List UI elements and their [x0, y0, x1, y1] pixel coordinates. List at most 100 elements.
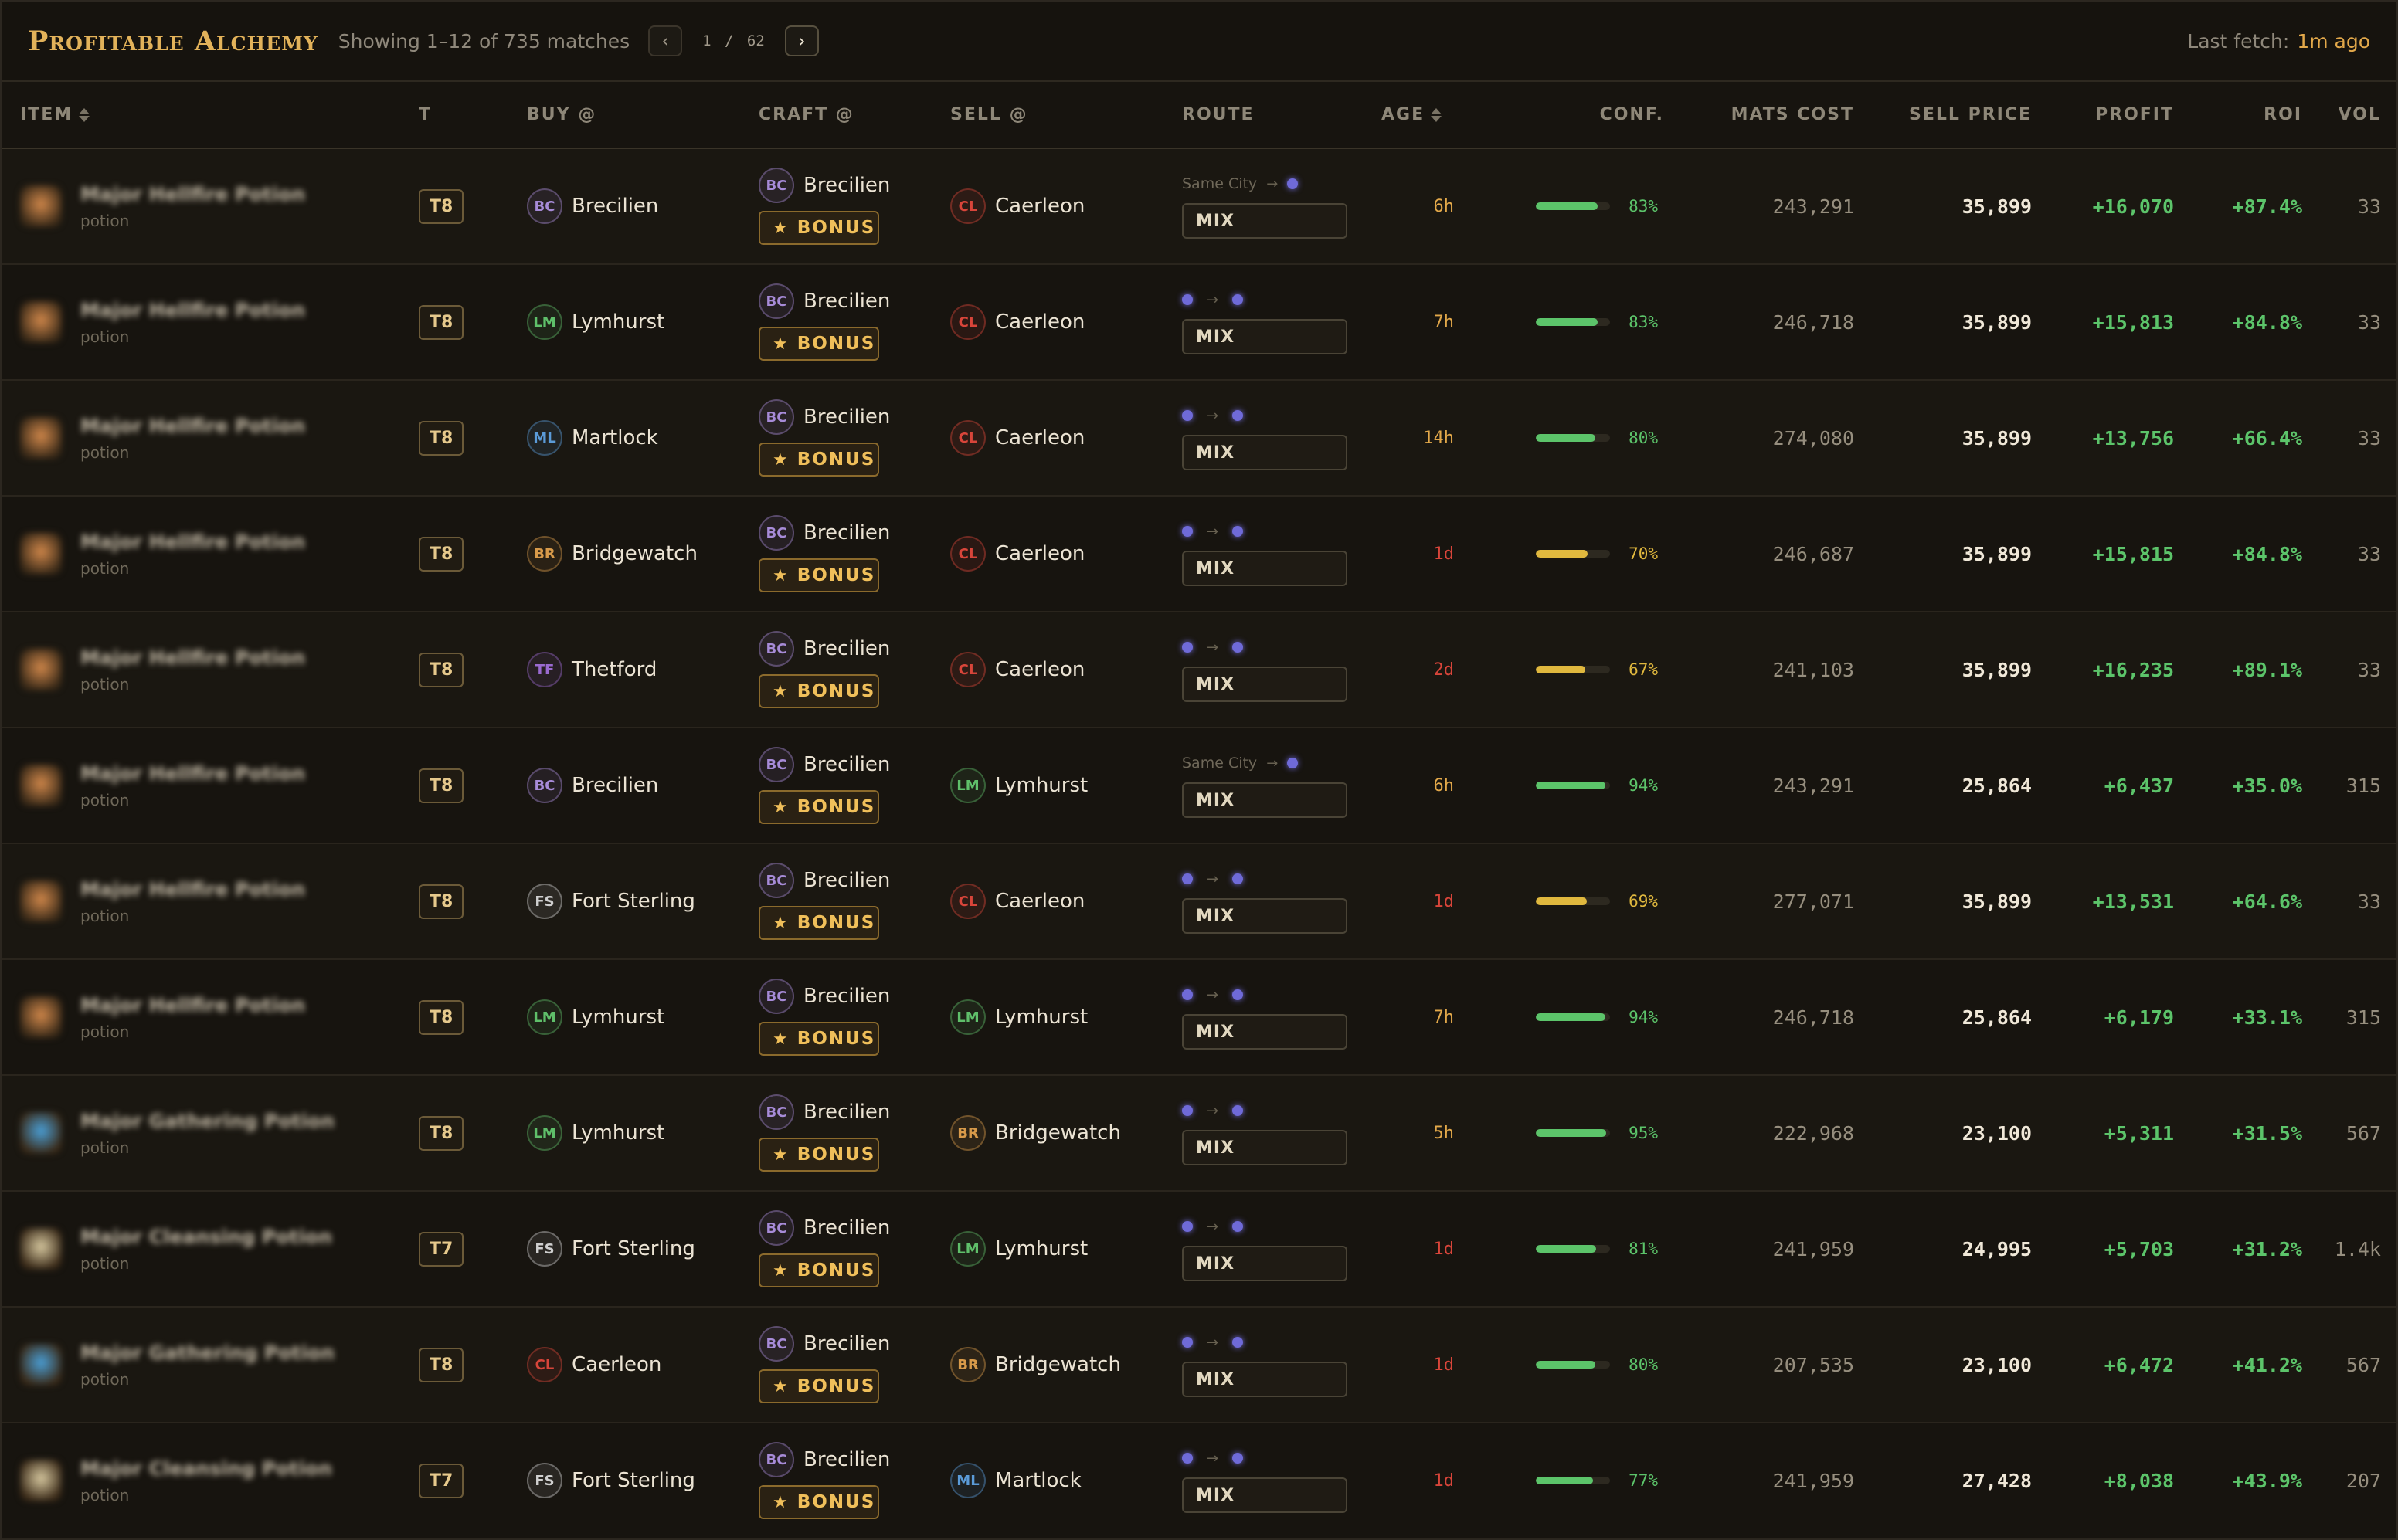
star-icon: ★	[773, 334, 790, 354]
item-cell[interactable]: Major Hellfire Potion potion	[9, 531, 403, 578]
age-value: 1d	[1433, 891, 1455, 911]
confidence-bar	[1536, 1245, 1610, 1253]
sort-icon[interactable]	[79, 108, 90, 122]
craft-cell: BC Brecilien ★ BONUS	[759, 747, 935, 824]
table-row[interactable]: Major Cleansing Potion potion T7 FS Fort …	[2, 1191, 2396, 1307]
confidence-bar	[1536, 782, 1610, 789]
age-value: 2d	[1433, 660, 1455, 680]
craft-city-name: Brecilien	[803, 869, 891, 892]
star-icon: ★	[773, 218, 790, 238]
last-fetch: Last fetch: 1m ago	[2187, 30, 2370, 53]
table-row[interactable]: Major Hellfire Potion potion T8 FS Fort S…	[2, 843, 2396, 959]
confidence-value: 80%	[1629, 1355, 1658, 1374]
item-cell[interactable]: Major Cleansing Potion potion	[9, 1457, 403, 1504]
star-icon: ★	[773, 913, 790, 933]
item-cell[interactable]: Major Hellfire Potion potion	[9, 183, 403, 230]
item-cell[interactable]: Major Hellfire Potion potion	[9, 994, 403, 1041]
item-name: Major Hellfire Potion	[80, 530, 306, 553]
city-badge-br: BR	[527, 536, 562, 572]
item-name: Major Hellfire Potion	[80, 646, 306, 669]
table-row[interactable]: Major Hellfire Potion potion T8 ML Martlo…	[2, 380, 2396, 496]
item-cell[interactable]: Major Hellfire Potion potion	[9, 415, 403, 462]
sell-city: CL Caerleon	[950, 536, 1167, 572]
age-value: 14h	[1423, 428, 1454, 448]
confidence-cell: 80%	[1496, 429, 1672, 447]
craft-city: BC Brecilien	[759, 168, 935, 203]
table-row[interactable]: Major Hellfire Potion potion T8 BC Brecil…	[2, 148, 2396, 264]
profit-value: +8,038	[2104, 1469, 2174, 1492]
buy-city-name: Brecilien	[572, 774, 659, 797]
route-dot-icon	[1182, 526, 1193, 537]
potion-icon	[20, 880, 62, 922]
prev-page-button[interactable]: ‹	[648, 25, 683, 56]
buy-city: TF Thetford	[527, 652, 743, 687]
route-dot-icon	[1232, 526, 1244, 537]
sell-city-name: Caerleon	[995, 195, 1085, 218]
sell-price: 35,899	[1962, 426, 2032, 449]
confidence-cell: 77%	[1496, 1471, 1672, 1490]
table-row[interactable]: Major Gathering Potion potion T8 LM Lymhu…	[2, 1075, 2396, 1191]
bonus-badge: ★ BONUS	[759, 906, 879, 940]
tier-badge: T8	[419, 536, 464, 572]
profit-value: +5,311	[2104, 1121, 2174, 1145]
profit-value: +13,756	[2092, 426, 2174, 449]
sell-city: CL Caerleon	[950, 188, 1167, 224]
city-badge-bc: BC	[759, 747, 794, 782]
col-age[interactable]: AGE	[1367, 82, 1488, 148]
confidence-bar	[1536, 434, 1610, 442]
star-icon: ★	[773, 565, 790, 585]
table-row[interactable]: Major Hellfire Potion potion T8 BC Brecil…	[2, 728, 2396, 843]
sort-icon[interactable]	[1431, 108, 1442, 122]
age-value: 7h	[1433, 312, 1455, 332]
table-row[interactable]: Major Hellfire Potion potion T8 TF Thetfo…	[2, 612, 2396, 728]
route-path: →	[1182, 637, 1360, 657]
table-row[interactable]: Major Hellfire Potion potion T8 LM Lymhur…	[2, 264, 2396, 380]
volume-value: 567	[2345, 1353, 2381, 1376]
item-cell[interactable]: Major Hellfire Potion potion	[9, 299, 403, 346]
star-icon: ★	[773, 1029, 790, 1049]
bonus-badge: ★ BONUS	[759, 790, 879, 824]
city-badge-ml: ML	[950, 1463, 986, 1498]
table-row[interactable]: Major Gathering Potion potion T8 CL Caerl…	[2, 1307, 2396, 1423]
bonus-label: BONUS	[797, 1145, 876, 1165]
table-row[interactable]: Major Hellfire Potion potion T8 LM Lymhur…	[2, 959, 2396, 1075]
confidence-value: 69%	[1629, 892, 1658, 911]
item-cell[interactable]: Major Hellfire Potion potion	[9, 762, 403, 809]
city-badge-bc: BC	[759, 1326, 794, 1362]
sell-city: BR Bridgewatch	[950, 1347, 1167, 1382]
tier-badge: T8	[419, 1347, 464, 1382]
buy-city: BR Bridgewatch	[527, 536, 743, 572]
route-path: Same City →	[1182, 753, 1360, 773]
item-cell[interactable]: Major Gathering Potion potion	[9, 1342, 403, 1389]
table-row[interactable]: Major Hellfire Potion potion T8 BR Bridge…	[2, 496, 2396, 612]
craft-city-name: Brecilien	[803, 1216, 891, 1240]
craft-cell: BC Brecilien ★ BONUS	[759, 515, 935, 592]
city-badge-bc: BC	[759, 399, 794, 435]
item-cell[interactable]: Major Gathering Potion potion	[9, 1110, 403, 1157]
city-badge-lm: LM	[527, 999, 562, 1035]
mats-cost: 222,968	[1772, 1121, 1854, 1145]
craft-city: BC Brecilien	[759, 979, 935, 1014]
bonus-label: BONUS	[797, 1029, 876, 1049]
route-cell: → MIX	[1182, 1101, 1360, 1165]
table-row[interactable]: Major Cleansing Potion potion T7 FS Fort …	[2, 1423, 2396, 1538]
route-dot-icon	[1182, 642, 1193, 653]
confidence-bar	[1536, 202, 1610, 210]
col-item[interactable]: ITEM	[2, 82, 411, 148]
arrow-icon: →	[1266, 175, 1279, 192]
craft-city-name: Brecilien	[803, 1332, 891, 1355]
buy-city: FS Fort Sterling	[527, 1463, 743, 1498]
confidence-cell: 80%	[1496, 1355, 1672, 1374]
item-cell[interactable]: Major Hellfire Potion potion	[9, 646, 403, 694]
craft-cell: BC Brecilien ★ BONUS	[759, 631, 935, 708]
col-route: ROUTE	[1182, 105, 1255, 124]
craft-city: BC Brecilien	[759, 399, 935, 435]
route-path: →	[1182, 1332, 1360, 1352]
bonus-label: BONUS	[797, 1376, 876, 1396]
item-cell[interactable]: Major Cleansing Potion potion	[9, 1226, 403, 1273]
item-cell[interactable]: Major Hellfire Potion potion	[9, 878, 403, 925]
next-page-button[interactable]: ›	[784, 25, 819, 56]
route-path: →	[1182, 869, 1360, 889]
roi-value: +66.4%	[2232, 426, 2302, 449]
route-path: →	[1182, 1101, 1360, 1121]
